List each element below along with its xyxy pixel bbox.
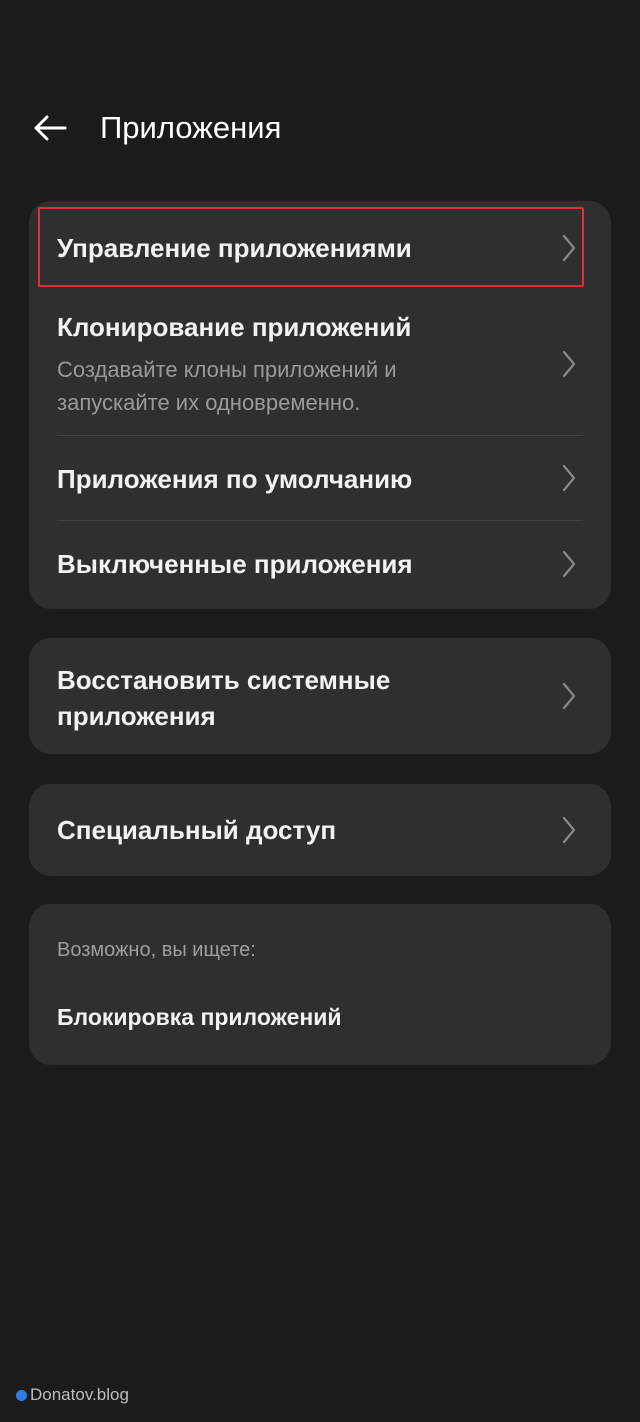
disabled-apps-label: Выключенные приложения — [57, 549, 413, 579]
default-apps-item[interactable]: Приложения по умолчанию — [29, 436, 611, 521]
restore-system-apps-card: Восстановить системные приложения — [29, 638, 611, 754]
default-apps-label: Приложения по умолчанию — [57, 464, 413, 494]
chevron-right-icon — [562, 682, 576, 710]
chevron-right-icon — [562, 350, 576, 378]
chevron-right-icon — [562, 234, 576, 262]
watermark-dot-icon — [16, 1389, 27, 1401]
restore-system-apps-label-line2: приложения — [57, 701, 216, 731]
manage-apps-label: Управление приложениями — [57, 233, 412, 263]
suggestions-label: Возможно, вы ищете: — [57, 939, 256, 961]
clone-apps-description-line2: запускайте их одновременно. — [57, 390, 361, 415]
restore-system-apps-item[interactable]: Восстановить системные приложения — [29, 638, 611, 754]
clone-apps-label: Клонирование приложений — [57, 312, 412, 342]
settings-screen: Приложения Управление приложениями Клони… — [0, 0, 640, 1422]
restore-system-apps-label-line1: Восстановить системные — [57, 665, 391, 695]
special-access-item[interactable]: Специальный доступ — [29, 784, 611, 876]
watermark-text: Donatov.blog — [30, 1385, 129, 1404]
chevron-right-icon — [562, 816, 576, 844]
apps-settings-group: Управление приложениями Клонирование при… — [29, 201, 611, 609]
back-button[interactable] — [24, 104, 76, 152]
page-title: Приложения — [100, 110, 282, 145]
chevron-right-icon — [562, 464, 576, 492]
watermark: Donatov.blog — [16, 1384, 129, 1406]
arrow-left-icon — [34, 115, 67, 141]
disabled-apps-item[interactable]: Выключенные приложения — [29, 521, 611, 609]
manage-apps-item[interactable]: Управление приложениями — [29, 201, 611, 295]
clone-apps-description-line1: Создавайте клоны приложений и — [57, 357, 397, 382]
special-access-label: Специальный доступ — [57, 815, 337, 845]
app-lock-suggestion-link[interactable]: Блокировка приложений — [57, 1001, 342, 1033]
top-bar: Приложения — [0, 96, 640, 160]
suggestions-card: Возможно, вы ищете: Блокировка приложени… — [29, 904, 611, 1065]
clone-apps-item[interactable]: Клонирование приложений Создавайте клоны… — [29, 295, 611, 435]
special-access-card: Специальный доступ — [29, 784, 611, 876]
chevron-right-icon — [562, 550, 576, 578]
